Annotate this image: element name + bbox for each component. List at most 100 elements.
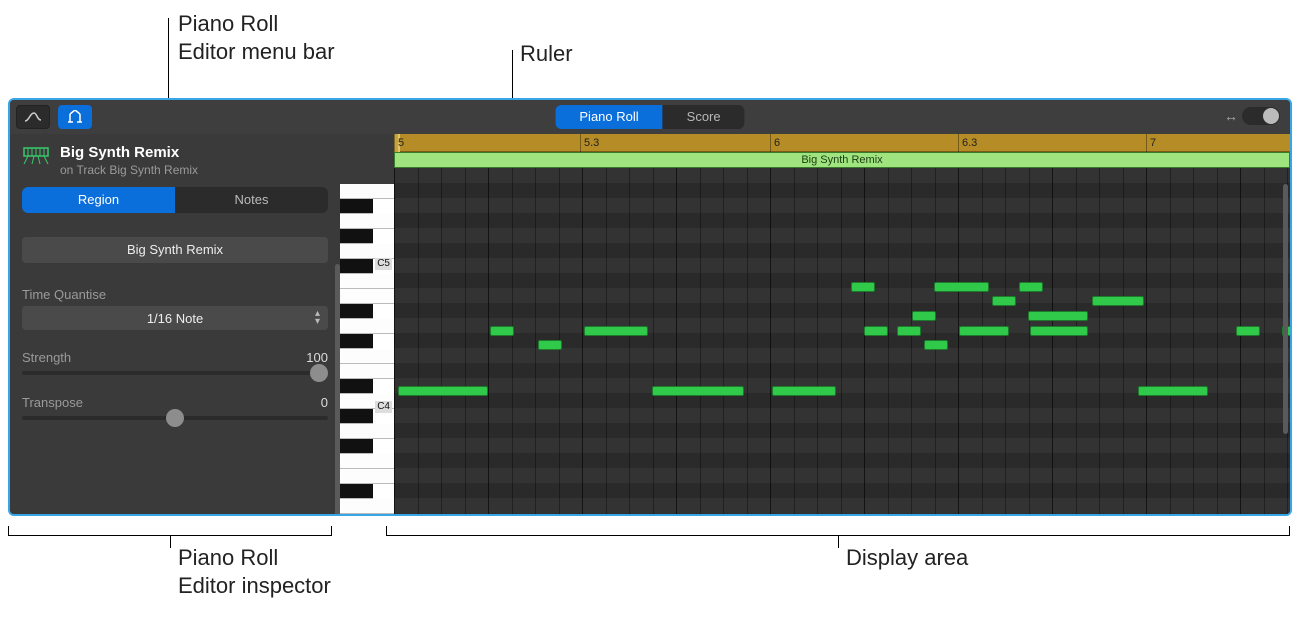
grid-row: [394, 318, 1290, 333]
callout-display-area: Display area: [846, 544, 968, 572]
black-key[interactable]: [340, 199, 373, 214]
grid-line: [394, 168, 395, 514]
grid-row: [394, 288, 1290, 303]
black-key[interactable]: [340, 514, 373, 516]
tab-score[interactable]: Score: [663, 105, 745, 129]
ruler[interactable]: 55.366.37: [394, 134, 1290, 152]
white-key[interactable]: [340, 424, 394, 439]
tab-piano-roll[interactable]: Piano Roll: [555, 105, 662, 129]
grid-row: [394, 348, 1290, 363]
grid-row: [394, 183, 1290, 198]
grid-line: [1146, 168, 1147, 514]
white-key[interactable]: [340, 274, 394, 289]
black-key[interactable]: [340, 229, 373, 244]
midi-note[interactable]: [1092, 296, 1144, 306]
slider-thumb[interactable]: [310, 364, 328, 382]
strength-slider[interactable]: [22, 371, 328, 375]
grid-line: [841, 168, 842, 514]
time-quantise-select[interactable]: 1/16 Note ▴▾: [22, 306, 328, 330]
toggle-knob: [1263, 108, 1279, 124]
grid-row: [394, 258, 1290, 273]
region-name-field[interactable]: Big Synth Remix: [22, 237, 328, 263]
midi-note[interactable]: [772, 386, 836, 396]
white-key[interactable]: [340, 214, 394, 229]
midi-note[interactable]: [1236, 326, 1260, 336]
grid-line: [911, 168, 912, 514]
midi-note[interactable]: [490, 326, 514, 336]
chevron-updown-icon: ▴▾: [315, 310, 320, 326]
black-key[interactable]: [340, 334, 373, 349]
region-title: Big Synth Remix: [60, 144, 198, 161]
white-key[interactable]: [340, 454, 394, 469]
grid-row: [394, 303, 1290, 318]
grid-row: [394, 483, 1290, 498]
white-key[interactable]: [340, 289, 394, 304]
ruler-tick: 7: [1146, 134, 1156, 152]
segment-region[interactable]: Region: [22, 187, 175, 213]
midi-note[interactable]: [398, 386, 488, 396]
slider-thumb[interactable]: [166, 409, 184, 427]
auto-zoom-toggle[interactable]: [1242, 107, 1280, 125]
grid-line: [1264, 168, 1265, 514]
black-key[interactable]: [340, 259, 373, 274]
grid-line: [606, 168, 607, 514]
white-key[interactable]: [340, 469, 394, 484]
midi-note[interactable]: [1138, 386, 1208, 396]
white-key[interactable]: [340, 499, 394, 514]
black-key[interactable]: [340, 439, 373, 454]
black-key[interactable]: [340, 304, 373, 319]
midi-note[interactable]: [1028, 311, 1088, 321]
grid-row: [394, 273, 1290, 288]
grid-line: [1029, 168, 1030, 514]
piano-keyboard[interactable]: C5C4: [340, 184, 394, 514]
grid-row: [394, 363, 1290, 378]
vertical-scrollbar[interactable]: [1283, 184, 1288, 434]
automation-curve-button[interactable]: [16, 105, 50, 129]
grid-line: [1076, 168, 1077, 514]
grid-line: [747, 168, 748, 514]
region-strip[interactable]: Big Synth Remix: [394, 152, 1290, 168]
midi-note[interactable]: [912, 311, 936, 321]
midi-note[interactable]: [652, 386, 744, 396]
transpose-value: 0: [321, 395, 328, 410]
grid-line: [1099, 168, 1100, 514]
black-key[interactable]: [340, 409, 373, 424]
midi-note[interactable]: [897, 326, 921, 336]
catch-playhead-button[interactable]: [58, 105, 92, 129]
white-key[interactable]: [340, 349, 394, 364]
midi-note[interactable]: [934, 282, 989, 292]
ruler-tick: 6.3: [958, 134, 977, 152]
piano-roll-menu-bar: Piano Roll Score ↔: [10, 100, 1290, 134]
transpose-slider[interactable]: [22, 416, 328, 420]
grid-line: [1217, 168, 1218, 514]
grid-row: [394, 333, 1290, 348]
white-key[interactable]: [340, 319, 394, 334]
grid-line: [653, 168, 654, 514]
black-key[interactable]: [340, 379, 373, 394]
midi-note[interactable]: [851, 282, 875, 292]
grid-row: [394, 408, 1290, 423]
black-key[interactable]: [340, 484, 373, 499]
midi-note[interactable]: [864, 326, 888, 336]
midi-note[interactable]: [1030, 326, 1088, 336]
white-key[interactable]: [340, 244, 394, 259]
callout-line: [168, 18, 169, 98]
grid-line: [418, 168, 419, 514]
midi-note[interactable]: [584, 326, 648, 336]
white-key[interactable]: [340, 364, 394, 379]
segment-notes[interactable]: Notes: [175, 187, 328, 213]
synth-track-icon: [22, 144, 50, 166]
region-strip-label: Big Synth Remix: [801, 154, 882, 166]
transpose-label: Transpose: [22, 395, 83, 410]
midi-note[interactable]: [924, 340, 948, 350]
midi-note[interactable]: [959, 326, 1009, 336]
midi-note[interactable]: [538, 340, 562, 350]
automation-curve-icon: [24, 111, 42, 123]
grid-line: [1170, 168, 1171, 514]
note-grid[interactable]: [394, 168, 1290, 514]
callout-ruler: Ruler: [520, 40, 573, 68]
grid-line: [723, 168, 724, 514]
midi-note[interactable]: [1019, 282, 1043, 292]
midi-note[interactable]: [992, 296, 1016, 306]
white-key[interactable]: [340, 184, 394, 199]
